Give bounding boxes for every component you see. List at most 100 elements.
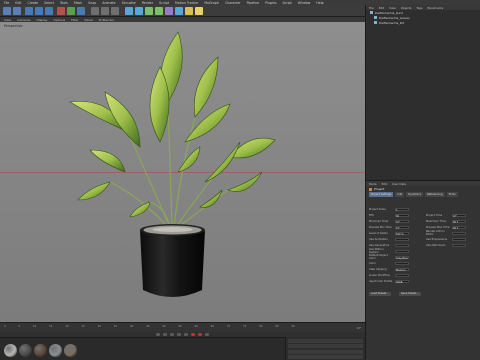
render-view-icon[interactable] bbox=[91, 7, 99, 15]
attr-field[interactable] bbox=[395, 249, 409, 253]
material-swatch[interactable] bbox=[49, 344, 62, 357]
am-menu-item[interactable]: Edit bbox=[382, 182, 387, 186]
camera-icon[interactable] bbox=[185, 7, 193, 15]
redo-icon[interactable] bbox=[13, 7, 21, 15]
x-axis-icon[interactable] bbox=[57, 7, 65, 15]
deformer-icon[interactable] bbox=[165, 7, 173, 15]
go-to-start-button[interactable] bbox=[156, 333, 160, 336]
coordinate-row[interactable] bbox=[288, 349, 363, 354]
om-menu-objects[interactable]: Objects bbox=[401, 6, 412, 10]
menu-item-file[interactable]: File bbox=[4, 1, 9, 5]
attr-field[interactable]: Medium bbox=[395, 267, 409, 272]
om-menu-tags[interactable]: Tags bbox=[416, 6, 422, 10]
attr-field[interactable] bbox=[395, 237, 409, 241]
object-row[interactable]: Dieffenbachia_Pot bbox=[366, 20, 480, 25]
menu-item-script[interactable]: Script bbox=[283, 1, 292, 5]
attr-field[interactable]: 0 F bbox=[395, 219, 409, 224]
attr-tab[interactable]: Project Settings bbox=[369, 192, 394, 197]
attr-field[interactable] bbox=[452, 243, 466, 247]
preset-button[interactable]: Save Preset... bbox=[399, 292, 421, 296]
menu-item-render[interactable]: Render bbox=[142, 1, 153, 5]
y-axis-icon[interactable] bbox=[67, 7, 75, 15]
attr-tab[interactable]: Dynamics bbox=[406, 192, 424, 197]
perspective-viewport[interactable]: Perspective bbox=[0, 22, 365, 322]
viewport-menu-filter[interactable]: Filter bbox=[71, 18, 78, 22]
attr-field[interactable]: sRGB bbox=[395, 279, 409, 284]
am-menu-item[interactable]: User Data bbox=[392, 182, 406, 186]
coordinate-row[interactable] bbox=[288, 344, 363, 348]
attr-field[interactable]: Gray-Blue bbox=[395, 255, 409, 260]
attr-field[interactable] bbox=[395, 273, 409, 277]
render-settings-icon[interactable] bbox=[111, 7, 119, 15]
menu-item-mograph[interactable]: MoGraph bbox=[204, 1, 218, 5]
menu-item-motion-tracker[interactable]: Motion Tracker bbox=[175, 1, 198, 5]
play-button[interactable] bbox=[170, 333, 174, 336]
record-button[interactable] bbox=[191, 333, 195, 336]
material-swatch[interactable] bbox=[4, 344, 17, 357]
menu-item-help[interactable]: Help bbox=[316, 1, 323, 5]
viewport-menu-display[interactable]: Display bbox=[36, 18, 47, 22]
autokey-button[interactable] bbox=[198, 333, 202, 336]
attr-field[interactable] bbox=[452, 231, 466, 235]
om-menu-bookmarks[interactable]: Bookmarks bbox=[428, 6, 444, 10]
coordinate-row[interactable] bbox=[288, 338, 363, 343]
attr-field[interactable]: 1 bbox=[395, 207, 409, 212]
next-frame-button[interactable] bbox=[177, 333, 181, 336]
viewport-menu-options[interactable]: Options bbox=[54, 18, 66, 22]
om-menu-file[interactable]: File bbox=[369, 6, 374, 10]
go-to-end-button[interactable] bbox=[184, 333, 188, 336]
menu-item-character[interactable]: Character bbox=[225, 1, 241, 5]
menu-item-simulate[interactable]: Simulate bbox=[122, 1, 136, 5]
array-icon[interactable] bbox=[155, 7, 163, 15]
light-icon[interactable] bbox=[195, 7, 203, 15]
pen-icon[interactable] bbox=[135, 7, 143, 15]
material-swatch[interactable] bbox=[34, 344, 47, 357]
am-menu-item[interactable]: Mode bbox=[369, 182, 377, 186]
menu-item-plugins[interactable]: Plugins bbox=[265, 1, 276, 5]
keyframe-selection-button[interactable] bbox=[205, 333, 209, 336]
menu-item-create[interactable]: Create bbox=[28, 1, 39, 5]
attr-field[interactable]: 100 % bbox=[395, 231, 409, 236]
viewport-menu-prorender[interactable]: ProRender bbox=[99, 18, 114, 22]
attr-field[interactable]: 0 F bbox=[452, 213, 466, 218]
previous-frame-button[interactable] bbox=[163, 333, 167, 336]
floor-icon[interactable] bbox=[175, 7, 183, 15]
menu-item-edit[interactable]: Edit bbox=[15, 1, 21, 5]
viewport-menu-cameras[interactable]: Cameras bbox=[17, 18, 30, 22]
attr-tab[interactable]: Info bbox=[395, 192, 405, 197]
subdivision-icon[interactable] bbox=[145, 7, 153, 15]
menu-item-animate[interactable]: Animate bbox=[102, 1, 115, 5]
menu-item-select[interactable]: Select bbox=[44, 1, 54, 5]
attr-field[interactable] bbox=[395, 243, 409, 247]
attr-tab[interactable]: Referencing bbox=[425, 192, 445, 197]
z-axis-icon[interactable] bbox=[77, 7, 85, 15]
menu-item-tools[interactable]: Tools bbox=[60, 1, 68, 5]
scale-tool-icon[interactable] bbox=[35, 7, 43, 15]
om-menu-edit[interactable]: Edit bbox=[379, 6, 384, 10]
render-picture-viewer-icon[interactable] bbox=[101, 7, 109, 15]
menu-item-window[interactable]: Window bbox=[298, 1, 311, 5]
attr-field[interactable] bbox=[452, 237, 466, 241]
rotate-tool-icon[interactable] bbox=[45, 7, 53, 15]
attr-field[interactable]: 90 F bbox=[452, 225, 466, 230]
om-menu-view[interactable]: View bbox=[389, 6, 396, 10]
menu-item-sculpt[interactable]: Sculpt bbox=[159, 1, 169, 5]
undo-icon[interactable] bbox=[3, 7, 11, 15]
attr-field[interactable] bbox=[395, 261, 409, 265]
menu-item-snap[interactable]: Snap bbox=[88, 1, 96, 5]
viewport-menu-panel[interactable]: Panel bbox=[85, 18, 93, 22]
viewport-menu-view[interactable]: View bbox=[4, 18, 11, 22]
material-swatch[interactable] bbox=[19, 344, 32, 357]
move-tool-icon[interactable] bbox=[25, 7, 33, 15]
menu-item-mesh[interactable]: Mesh bbox=[74, 1, 82, 5]
menu-item-pipeline[interactable]: Pipeline bbox=[247, 1, 259, 5]
coordinate-row[interactable] bbox=[288, 355, 363, 359]
cube-icon[interactable] bbox=[125, 7, 133, 15]
attr-field[interactable]: 0 F bbox=[395, 225, 409, 230]
preset-button[interactable]: Load Preset... bbox=[369, 292, 391, 296]
attr-tab[interactable]: To Do bbox=[446, 192, 458, 197]
material-swatch[interactable] bbox=[64, 344, 77, 357]
attr-field[interactable]: 90 F bbox=[452, 219, 466, 224]
attr-field[interactable]: 30 bbox=[395, 213, 409, 218]
timeline[interactable]: 0 5 10 15 20 25 30 35 40 45 50 55 60 65 70 75 80 85 90 0 F bbox=[0, 322, 365, 332]
